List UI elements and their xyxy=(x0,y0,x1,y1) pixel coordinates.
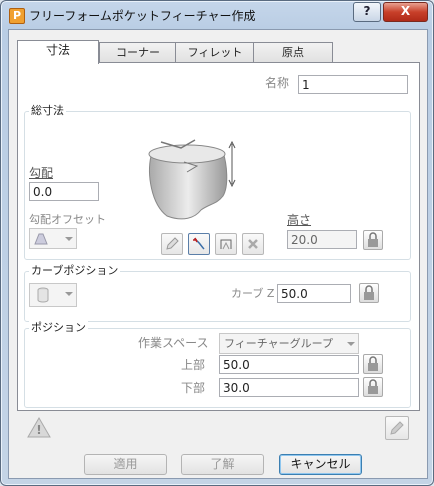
edit-curve-button[interactable] xyxy=(161,233,183,255)
draft-offset-label: 勾配オフセット xyxy=(29,213,106,226)
cylinder-icon xyxy=(36,287,50,309)
bottom-lock-button[interactable] xyxy=(363,377,383,397)
bottom-input[interactable]: 30.0 xyxy=(219,378,359,397)
name-field[interactable]: 1 xyxy=(298,75,408,94)
tab-corner[interactable]: コーナー xyxy=(99,42,177,63)
dialog-client: 寸法 コーナー フィレット 原点 名称 1 総寸法 勾配 0.0 勾配オフセット xyxy=(8,29,428,479)
svg-text:!: ! xyxy=(36,423,41,437)
title-bar: P フリーフォームポケットフィーチャー作成 ? X xyxy=(1,1,433,29)
lock-icon xyxy=(368,356,378,371)
window-title: フリーフォームポケットフィーチャー作成 xyxy=(29,9,256,23)
help-button[interactable]: ? xyxy=(353,2,381,22)
dialog-window: P フリーフォームポケットフィーチャー作成 ? X 寸法 コーナー フィレット … xyxy=(0,0,434,486)
delete-icon xyxy=(248,239,258,249)
position-group: ポジション 作業スペース フィーチャーグループ 上部 50.0 下部 30.0 xyxy=(24,321,411,408)
pencil-icon xyxy=(166,237,179,250)
select-curve-button[interactable] xyxy=(188,233,210,255)
top-lock-button[interactable] xyxy=(363,354,383,374)
tab-dimensions[interactable]: 寸法 xyxy=(17,40,99,64)
curve-source-select[interactable] xyxy=(29,283,77,307)
lock-icon xyxy=(368,232,378,247)
draft-offset-icon xyxy=(33,231,49,252)
delete-curve-button[interactable] xyxy=(242,233,264,255)
app-icon: P xyxy=(9,8,25,24)
bottom-label: 下部 xyxy=(181,381,206,395)
workspace-select[interactable]: フィーチャーグループ xyxy=(219,333,359,354)
overall-dimensions-group: 総寸法 勾配 0.0 勾配オフセット 高さ 20.0 xyxy=(24,104,411,260)
lock-icon xyxy=(368,379,378,394)
overall-dimensions-title: 総寸法 xyxy=(29,104,66,118)
height-input[interactable]: 20.0 xyxy=(287,230,357,249)
top-label: 上部 xyxy=(181,358,206,372)
close-button[interactable]: X xyxy=(383,2,428,22)
tab-origin[interactable]: 原点 xyxy=(253,42,333,63)
pocket-preview-icon xyxy=(137,134,247,229)
profile-icon xyxy=(220,239,232,250)
workspace-label: 作業スペース xyxy=(138,336,209,350)
profile-button[interactable] xyxy=(215,233,237,255)
chevron-down-icon xyxy=(347,342,355,346)
edit-icon xyxy=(390,421,404,435)
curve-z-lock-button[interactable] xyxy=(359,283,379,303)
warning-icon: ! xyxy=(27,416,51,441)
draft-label: 勾配 xyxy=(29,166,54,180)
curve-z-input[interactable]: 50.0 xyxy=(277,284,351,303)
height-label: 高さ xyxy=(287,213,312,227)
chevron-down-icon xyxy=(65,292,73,296)
workspace-value: フィーチャーグループ xyxy=(224,337,334,350)
curve-position-title: カーブポジション xyxy=(29,264,121,278)
lock-icon xyxy=(364,285,374,300)
tab-fillet[interactable]: フィレット xyxy=(175,42,255,63)
position-title: ポジション xyxy=(29,321,88,335)
apply-button[interactable]: 適用 xyxy=(84,454,167,475)
select-curve-icon xyxy=(193,237,205,250)
name-label: 名称 xyxy=(265,76,290,90)
draft-input[interactable]: 0.0 xyxy=(29,182,99,201)
curve-position-group: カーブポジション カーブ Z 50.0 xyxy=(24,264,411,322)
top-input[interactable]: 50.0 xyxy=(219,355,359,374)
tab-panel: 名称 1 総寸法 勾配 0.0 勾配オフセット 高さ 20.0 カーブポジション… xyxy=(17,62,420,411)
height-lock-button[interactable] xyxy=(363,230,383,250)
curve-z-label: カーブ Z xyxy=(231,287,275,300)
ok-button[interactable]: 了解 xyxy=(181,454,264,475)
chevron-down-icon xyxy=(65,237,73,241)
cancel-button[interactable]: キャンセル xyxy=(279,454,362,475)
edit-button[interactable] xyxy=(385,416,409,440)
draft-offset-select[interactable] xyxy=(29,228,77,249)
